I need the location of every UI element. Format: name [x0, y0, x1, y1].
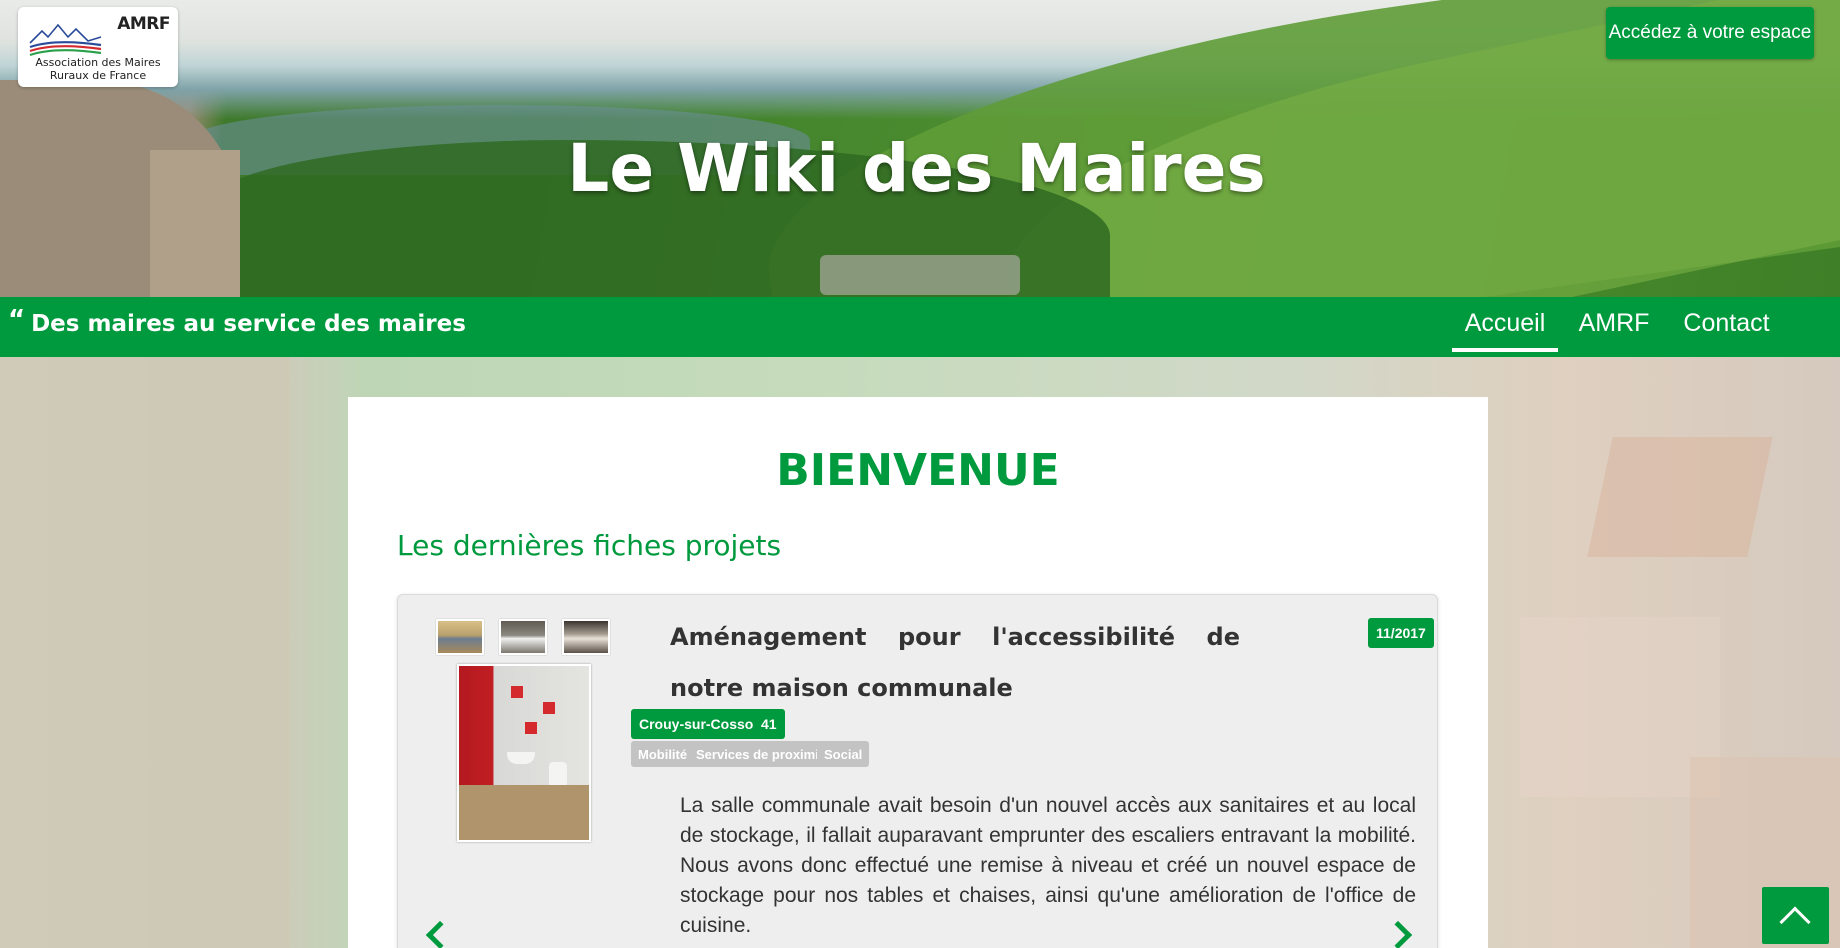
chevron-left-icon[interactable]: [425, 920, 455, 948]
date-badge: 11/2017: [1368, 618, 1434, 648]
project-description: La salle communale avait besoin d'un nou…: [680, 794, 1416, 937]
photo-detail: [543, 702, 555, 714]
chevron-up-icon: [1779, 906, 1811, 938]
category-tag[interactable]: Mobilité: [631, 741, 695, 767]
project-thumbnail[interactable]: [562, 619, 610, 655]
nav-item-accueil[interactable]: Accueil: [1452, 309, 1558, 352]
amrf-logo[interactable]: AMRF Association des Maires Ruraux de Fr…: [18, 7, 178, 87]
slogan-text: Des maires au service des maires: [31, 311, 466, 337]
logo-name-line: Ruraux de France: [49, 69, 147, 82]
section-title: Les dernières fiches projets: [397, 529, 782, 562]
photo-detail: [459, 785, 589, 840]
project-thumbnail[interactable]: [436, 619, 484, 655]
content-card: BIENVENUE Les dernières fiches projets A…: [348, 397, 1488, 948]
logo-name-line: Association des Maires: [35, 56, 161, 69]
project-thumbnail[interactable]: [499, 619, 547, 655]
department-tag[interactable]: 41: [753, 709, 785, 739]
project-title[interactable]: Aménagement pour l'accessibilité de notr…: [670, 612, 1240, 714]
quote-icon: “: [8, 305, 26, 335]
hero-village: [820, 255, 1020, 295]
welcome-heading: BIENVENUE: [776, 445, 1060, 496]
nav-item-contact[interactable]: Contact: [1675, 309, 1778, 345]
project-card[interactable]: Aménagement pour l'accessibilité de notr…: [397, 594, 1438, 948]
commune-tag[interactable]: Crouy-sur-Cosson: [631, 709, 770, 739]
category-tag[interactable]: Services de proximité: [689, 741, 838, 767]
mountain-logo-icon: [29, 23, 102, 57]
slogan: “Des maires au service des maires: [8, 305, 466, 341]
nav-item-amrf[interactable]: AMRF: [1573, 309, 1655, 345]
site-title: Le Wiki des Maires: [567, 130, 1266, 207]
category-tag[interactable]: Social: [817, 741, 870, 767]
user-space-button[interactable]: Accédez à votre espace: [1606, 7, 1814, 59]
photo-detail: [507, 752, 535, 764]
background-wall: [0, 357, 290, 948]
background-roof: [1587, 437, 1773, 557]
photo-detail: [511, 686, 523, 698]
project-main-photo[interactable]: [457, 664, 591, 842]
back-to-top-button[interactable]: [1762, 887, 1829, 944]
logo-abbr: AMRF: [117, 14, 170, 34]
main-navbar: “Des maires au service des maires Accuei…: [0, 297, 1840, 357]
photo-detail: [525, 722, 537, 734]
